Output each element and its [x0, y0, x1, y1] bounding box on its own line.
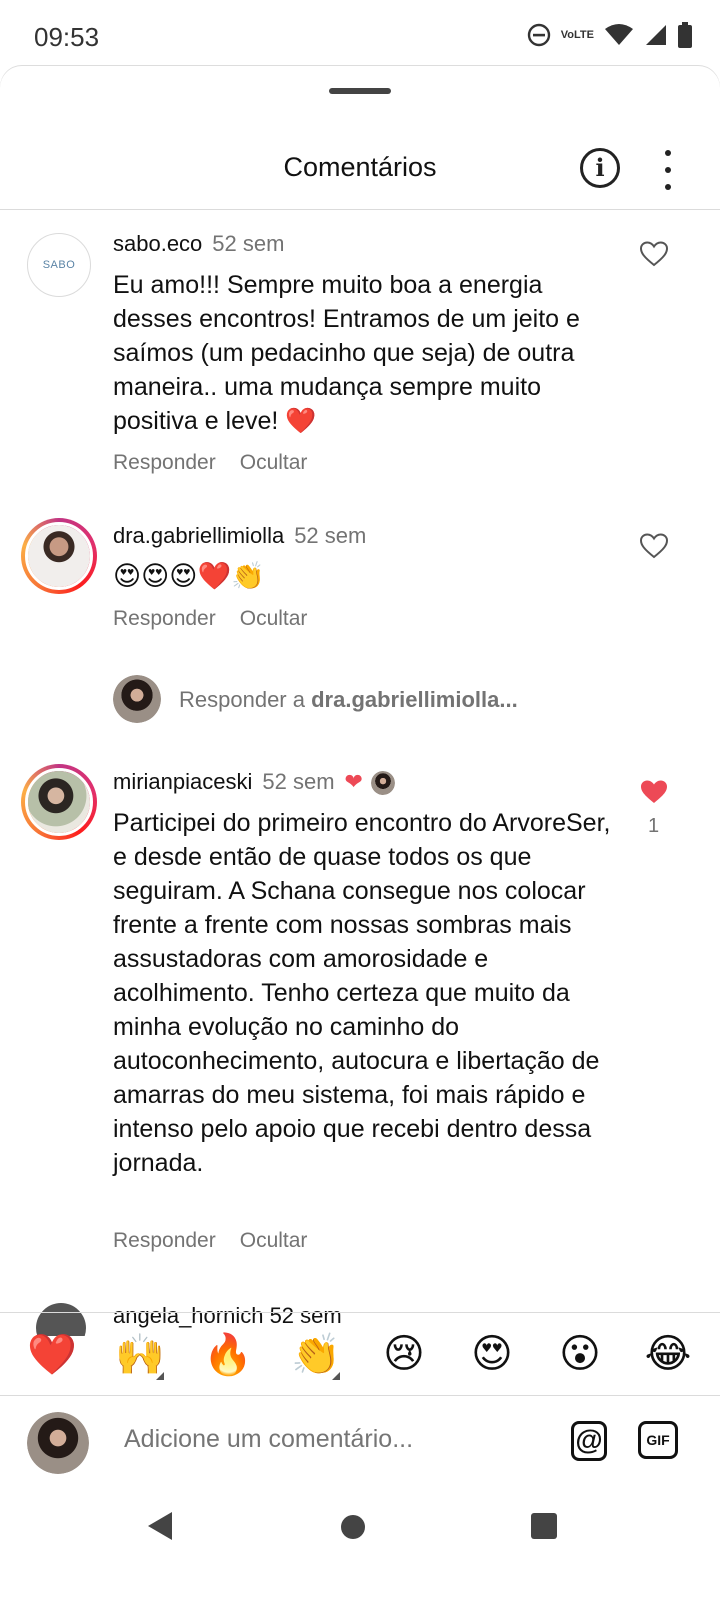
emoji-raising-hands[interactable]: 🙌 [110, 1331, 170, 1380]
comment-text: 😍😍😍❤️👏 [113, 561, 265, 591]
emoji-heart-eyes[interactable]: 😍 [462, 1331, 522, 1377]
info-icon[interactable]: i [580, 148, 620, 188]
username-text[interactable]: sabo.eco [113, 231, 202, 256]
comment-username[interactable]: dra.gabriellimiolla 52 sem [113, 523, 366, 549]
comment-input[interactable] [124, 1425, 544, 1454]
username-text[interactable]: mirianpiaceski [113, 769, 252, 794]
emoji-crying[interactable]: 😢 [374, 1331, 434, 1377]
emoji-reaction-bar: ❤️ 🙌 🔥 👏 😢 😍 😮 😂 [0, 1312, 720, 1396]
do-not-disturb-icon [527, 23, 551, 47]
comment-actions: Responder Ocultar [113, 607, 307, 631]
reply-prefix: Responder a [179, 687, 312, 712]
comments-list[interactable]: SABO sabo.eco 52 sem Eu amo!!! Sempre mui… [0, 211, 720, 1336]
reply-button[interactable]: Responder [113, 607, 216, 630]
comment-text: Participei do primeiro encontro do Arvor… [113, 809, 611, 1177]
mention-icon[interactable]: @ [571, 1421, 607, 1461]
skin-tone-indicator-icon [332, 1371, 340, 1380]
emoji-heart[interactable]: ❤️ [22, 1331, 82, 1378]
profile-photo [28, 525, 90, 587]
reply-button[interactable]: Responder [113, 451, 216, 474]
wifi-icon [604, 23, 634, 47]
comment-composer: @ GIF [0, 1397, 720, 1492]
hide-button[interactable]: Ocultar [240, 607, 308, 630]
like-heart-icon[interactable] [640, 241, 668, 267]
like-heart-icon[interactable] [640, 533, 668, 559]
comment-actions: Responder Ocultar [113, 451, 307, 475]
lte-label-top: Vo [560, 28, 575, 41]
liked-heart-icon[interactable] [640, 779, 668, 805]
username-text[interactable]: dra.gabriellimiolla [113, 523, 284, 548]
comment-text: Eu amo!!! Sempre muito boa a energia des… [113, 271, 580, 435]
emoji-fire[interactable]: 🔥 [198, 1331, 258, 1378]
skin-tone-indicator-icon [156, 1371, 164, 1380]
home-icon[interactable] [341, 1515, 365, 1539]
avatar[interactable] [21, 764, 97, 840]
status-time: 09:53 [34, 22, 100, 52]
avatar[interactable]: SABO [27, 233, 91, 297]
lte-label-bottom: LTE [574, 28, 594, 41]
avatar [27, 1412, 89, 1474]
hide-button[interactable]: Ocultar [240, 451, 308, 474]
author-avatar-badge [370, 771, 395, 796]
comment-actions: Responder Ocultar [113, 1229, 307, 1253]
system-nav-bar [0, 1490, 720, 1600]
drag-handle[interactable] [329, 88, 391, 94]
comment-time: 52 sem [212, 231, 285, 256]
status-bar: 09:53 Vo LTE [0, 0, 720, 72]
profile-photo [28, 771, 90, 833]
sabo-logo: SABO [42, 259, 76, 271]
battery-icon [678, 22, 692, 48]
avatar[interactable] [21, 518, 97, 594]
comment-time: 52 sem [262, 769, 335, 794]
volte-lte-icon: Vo LTE [560, 28, 594, 41]
signal-icon [644, 23, 668, 47]
emoji-laughing[interactable]: 😂 [638, 1331, 698, 1377]
recent-apps-icon[interactable] [531, 1513, 557, 1539]
comments-header: Comentários i [0, 130, 720, 210]
status-icons: Vo LTE [527, 22, 692, 48]
reply-username: dra.gabriellimiolla... [311, 687, 518, 712]
back-icon[interactable] [148, 1512, 172, 1540]
emoji-clapping[interactable]: 👏 [286, 1331, 346, 1380]
reply-prompt[interactable]: Responder a dra.gabriellimiolla... [113, 675, 673, 725]
bottom-sheet [0, 66, 720, 106]
more-options-icon[interactable] [660, 150, 676, 190]
author-liked-heart-icon: ❤ [344, 769, 363, 794]
gif-icon[interactable]: GIF [638, 1421, 678, 1459]
avatar [113, 675, 161, 723]
comment-time: 52 sem [294, 523, 367, 548]
hide-button[interactable]: Ocultar [240, 1229, 308, 1252]
emoji-surprised[interactable]: 😮 [550, 1331, 610, 1377]
like-count: 1 [648, 815, 660, 837]
reply-prompt-text[interactable]: Responder a dra.gabriellimiolla... [179, 687, 518, 713]
comment-username[interactable]: mirianpiaceski 52 sem ❤ [113, 769, 395, 796]
reply-button[interactable]: Responder [113, 1229, 216, 1252]
comment-username[interactable]: sabo.eco 52 sem [113, 231, 284, 257]
